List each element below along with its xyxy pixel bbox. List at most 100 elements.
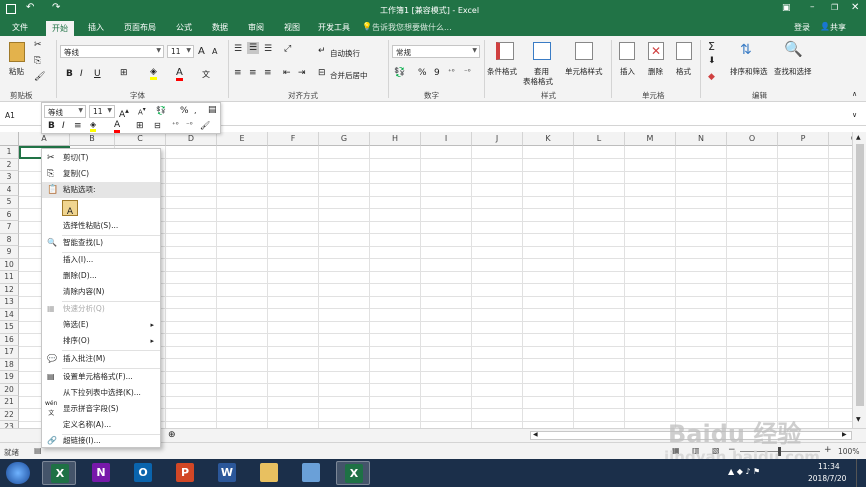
italic-button[interactable]: I (80, 69, 83, 79)
clear-icon[interactable]: ◆ (708, 72, 715, 82)
row-header-4[interactable]: 4 (0, 183, 19, 196)
clock-date[interactable]: 2018/7/20 (808, 474, 846, 483)
find-select-button[interactable]: 查找和选择 (774, 66, 812, 77)
conditional-format-button[interactable]: 条件格式 (487, 66, 517, 77)
menu-item-hyperlink[interactable]: 🔗 超链接(I)... (42, 433, 160, 449)
add-sheet-icon[interactable]: ⊕ (168, 430, 176, 440)
format-as-table-icon[interactable] (533, 42, 551, 60)
column-header-m[interactable]: M (625, 132, 676, 146)
format-cells-icon[interactable] (676, 42, 692, 60)
row-header-6[interactable]: 6 (0, 208, 19, 221)
mini-currency-icon[interactable]: 💱 (156, 106, 166, 115)
mini-font-combo[interactable]: 等线 ▼ (44, 105, 86, 118)
menu-item-format-cells[interactable]: ▤ 设置单元格格式(F)... (42, 369, 160, 385)
percent-button[interactable]: % (418, 68, 427, 78)
fill-color-icon[interactable]: ◈ (150, 67, 157, 80)
row-header-1[interactable]: 1 (0, 146, 19, 159)
mini-bold-button[interactable]: B (48, 121, 55, 131)
column-header-d[interactable]: D (166, 132, 217, 146)
format-cells-button[interactable]: 格式 (676, 66, 691, 77)
row-header-17[interactable]: 17 (0, 346, 19, 359)
align-right-icon[interactable]: ≡ (264, 68, 272, 78)
cell-styles-button[interactable]: 单元格样式 (565, 66, 603, 77)
column-header-b[interactable]: B (70, 132, 115, 146)
login-link[interactable]: 登录 (794, 22, 810, 33)
undo-icon[interactable]: ↶ (26, 2, 34, 13)
paste-button[interactable]: 粘贴 (9, 66, 24, 77)
align-center-icon[interactable]: ≡ (249, 68, 257, 78)
mini-format-painter-icon[interactable]: 🖌 (200, 121, 210, 130)
row-header-20[interactable]: 20 (0, 383, 19, 396)
cut-icon[interactable]: ✂ (34, 40, 42, 50)
column-header-h[interactable]: H (370, 132, 421, 146)
paste-option-button[interactable]: A (62, 200, 78, 217)
row-header-21[interactable]: 21 (0, 396, 19, 409)
row-header-10[interactable]: 10 (0, 258, 19, 271)
scroll-left-icon[interactable]: ◀ (533, 431, 538, 438)
row-header-11[interactable]: 11 (0, 271, 19, 284)
orientation-icon[interactable]: ⤢ (284, 44, 291, 54)
menu-item-copy[interactable]: ⎘ 复制(C) (42, 166, 160, 182)
save-icon[interactable] (6, 4, 16, 14)
wrap-text-icon[interactable]: ↵ (318, 46, 326, 56)
collapse-ribbon-icon[interactable]: ∧ (852, 90, 857, 98)
bold-button[interactable]: B (66, 69, 73, 79)
row-header-19[interactable]: 19 (0, 371, 19, 384)
menu-item-clear-contents[interactable]: 清除内容(N) (42, 284, 160, 300)
delete-cells-icon[interactable]: ✕ (648, 42, 664, 60)
increase-font-button[interactable]: A (198, 46, 205, 57)
column-header-j[interactable]: J (472, 132, 523, 146)
font-color-button[interactable]: A (176, 67, 183, 81)
cell-styles-icon[interactable] (575, 42, 593, 60)
column-header-k[interactable]: K (523, 132, 574, 146)
sort-filter-icon[interactable]: ⇅ (740, 42, 752, 58)
minimize-icon[interactable]: – (810, 2, 815, 12)
mini-size-combo[interactable]: 11 ▼ (89, 105, 115, 118)
menu-item-insert[interactable]: 插入(I)... (42, 252, 160, 268)
align-left-icon[interactable]: ≡ (234, 68, 242, 78)
delete-cells-button[interactable]: 删除 (648, 66, 663, 77)
column-header-p[interactable]: P (778, 132, 829, 146)
insert-cells-icon[interactable] (619, 42, 635, 60)
copy-icon[interactable]: ⎘ (34, 56, 41, 66)
scroll-right-icon[interactable]: ▶ (842, 431, 847, 438)
mini-align-icon[interactable]: ≡ (74, 121, 82, 131)
fill-icon[interactable]: ⬇ (708, 56, 716, 66)
tell-me-icon[interactable]: 💡 (362, 22, 372, 31)
find-select-icon[interactable]: 🔍 (784, 40, 803, 58)
column-header-c[interactable]: C (115, 132, 166, 146)
ribbon-options-icon[interactable]: ▣ (782, 3, 791, 13)
taskbar-app-2[interactable]: O (126, 461, 160, 485)
tab-view[interactable]: 视图 (284, 22, 300, 33)
taskbar-app-0[interactable]: X (42, 461, 76, 485)
pinyin-icon[interactable]: 文 (202, 69, 210, 80)
row-header-14[interactable]: 14 (0, 308, 19, 321)
share-button[interactable]: 共享 (830, 22, 846, 33)
mini-decrease-font-icon[interactable]: A▾ (138, 107, 146, 116)
expand-formula-icon[interactable]: ∨ (852, 111, 857, 119)
format-painter-icon[interactable]: 🖌 (34, 72, 45, 82)
indent-icon[interactable]: ⇥ (298, 68, 306, 78)
taskbar-app-4[interactable]: W (210, 461, 244, 485)
tab-data[interactable]: 数据 (212, 22, 228, 33)
tab-page-layout[interactable]: 页面布局 (124, 22, 156, 33)
share-icon[interactable]: 👤 (820, 22, 830, 31)
tab-home[interactable]: 开始 (46, 21, 74, 36)
taskbar-app-5[interactable] (252, 461, 286, 485)
mini-border-icon[interactable]: ⊞ (136, 121, 144, 131)
row-header-8[interactable]: 8 (0, 233, 19, 246)
mini-table-icon[interactable]: ▤ (208, 105, 217, 115)
row-header-9[interactable]: 9 (0, 246, 19, 259)
taskbar-app-6[interactable] (294, 461, 328, 485)
decrease-font-button[interactable]: A (212, 47, 217, 56)
column-header-e[interactable]: E (217, 132, 268, 146)
clock-time[interactable]: 11:34 (818, 462, 840, 471)
align-top-icon[interactable]: ☰ (234, 44, 242, 54)
row-header-5[interactable]: 5 (0, 196, 19, 209)
outdent-icon[interactable]: ⇤ (283, 68, 291, 78)
menu-item-define-name[interactable]: 定义名称(A)... (42, 417, 160, 433)
zoom-level[interactable]: 100% (838, 447, 859, 456)
column-header-q[interactable]: Q (829, 132, 852, 146)
vertical-scrollbar[interactable]: ▲ ▼ (852, 132, 866, 428)
merge-icon[interactable]: ⊟ (318, 68, 326, 78)
